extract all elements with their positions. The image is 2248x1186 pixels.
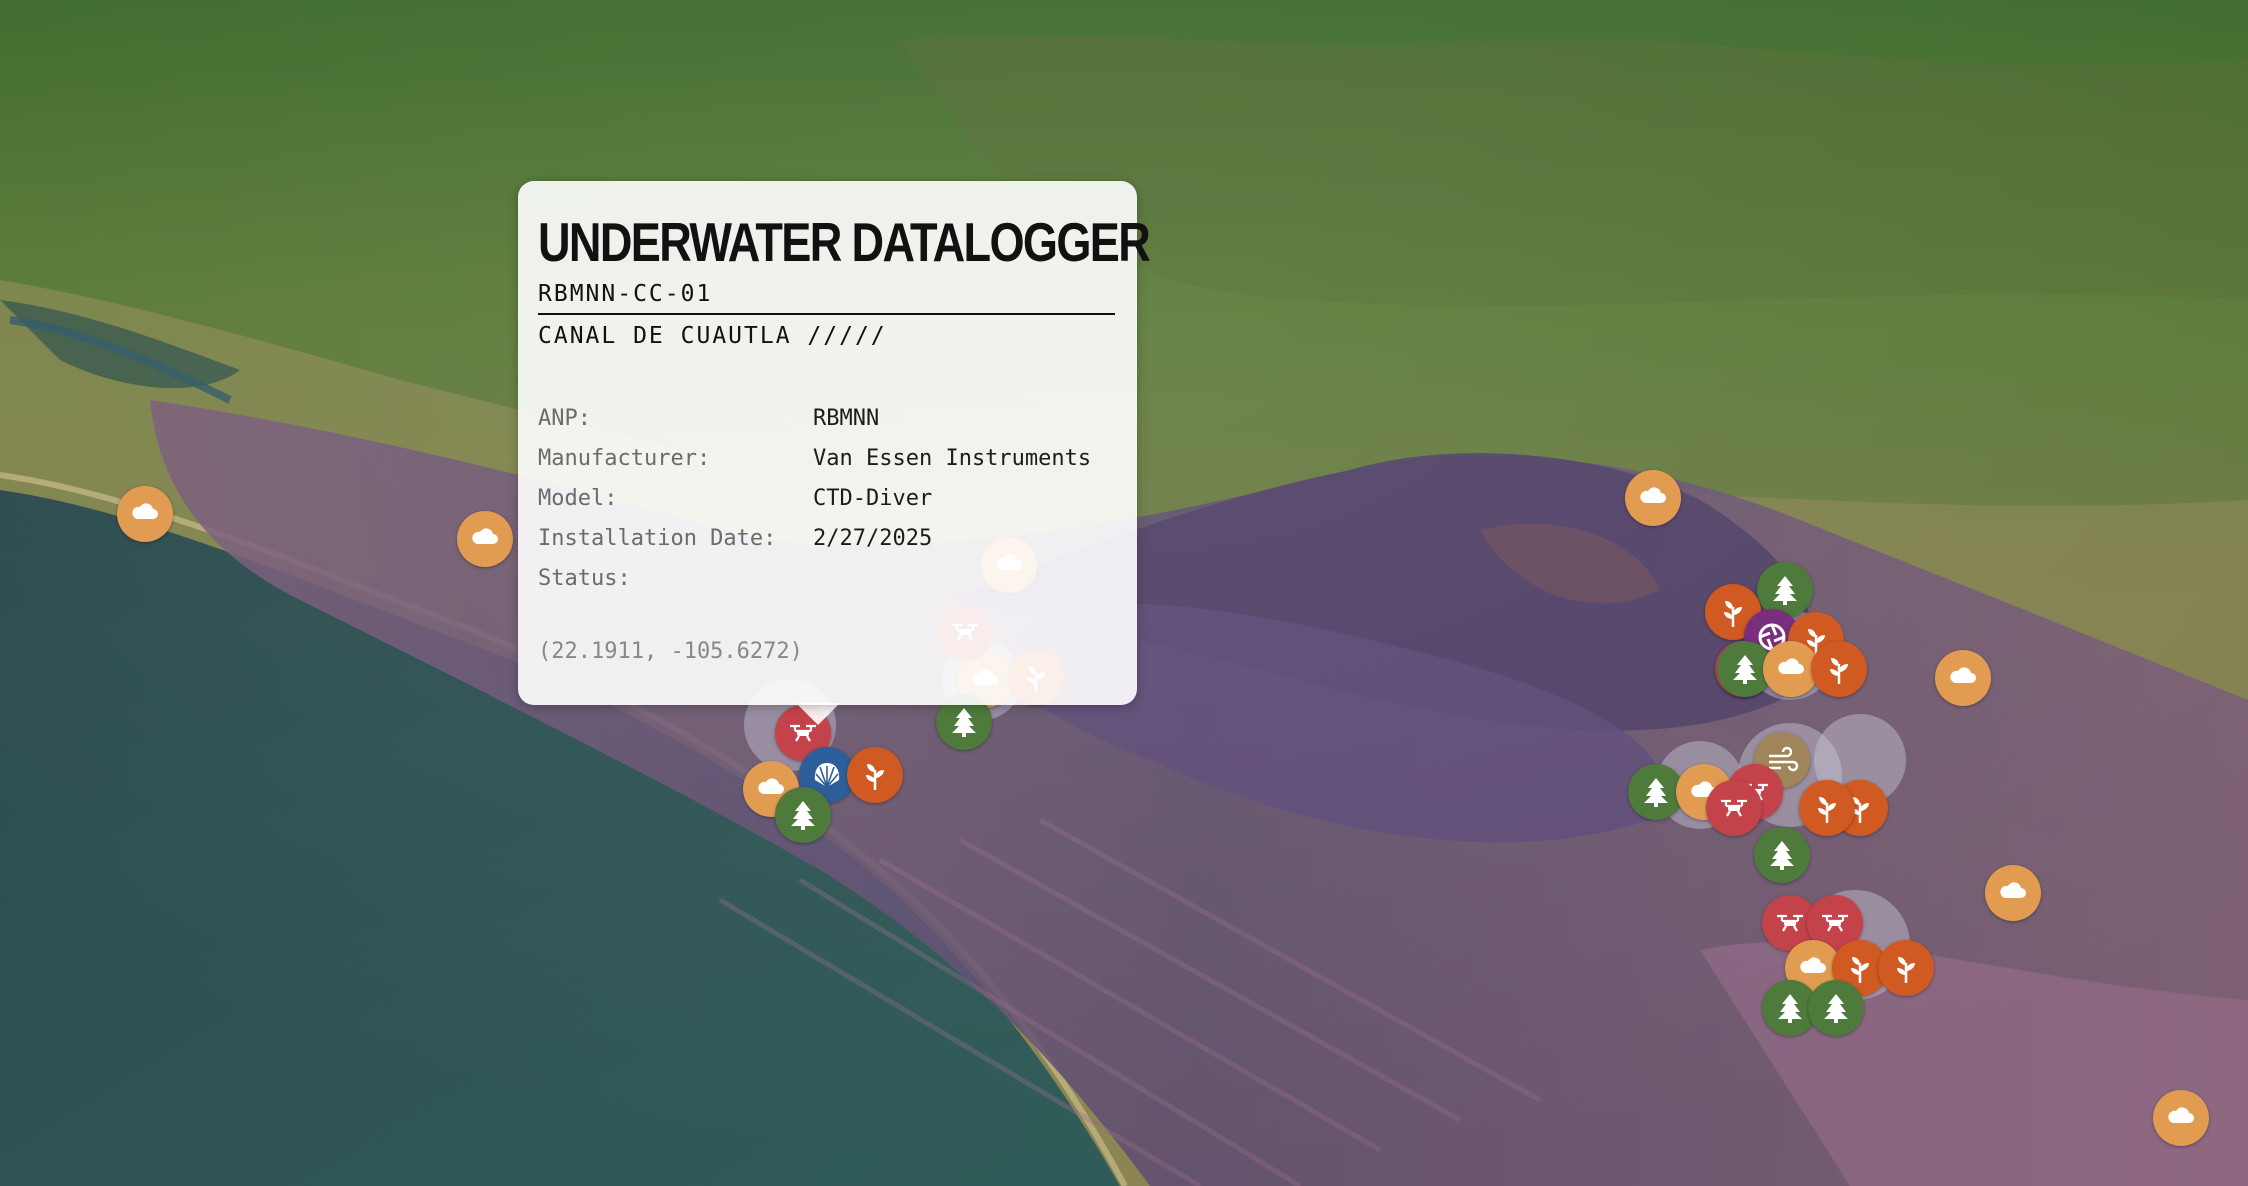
plant-station-marker[interactable] [1799, 780, 1855, 836]
weather-station-marker[interactable] [457, 511, 513, 567]
popup-pointer [796, 703, 840, 725]
field-value: 2/27/2025 [813, 526, 933, 551]
tree-icon [1778, 994, 1802, 1023]
forest-station-marker[interactable] [775, 787, 831, 843]
tree-icon [1644, 778, 1668, 807]
tree-icon [791, 801, 815, 830]
field-anp: ANP: RBMNN [538, 399, 1115, 439]
cloud-icon [2000, 882, 2026, 898]
field-model: Model: CTD-Diver [538, 479, 1115, 519]
weather-station-marker[interactable] [2153, 1090, 2209, 1146]
weather-station-marker[interactable] [1625, 470, 1681, 526]
field-label: ANP: [538, 406, 591, 431]
sprout-icon [866, 764, 884, 790]
popup-station-code: RBMNN-CC-01 [538, 281, 1115, 315]
cloud-icon [1950, 667, 1976, 683]
tree-icon [952, 708, 976, 737]
sprout-icon [1830, 658, 1848, 684]
shell-icon [814, 763, 840, 788]
drone-station-marker[interactable] [1706, 780, 1762, 836]
popup-title: UNDERWATER DATALOGGER [538, 211, 1151, 273]
weather-station-marker[interactable] [1935, 650, 1991, 706]
plant-station-marker[interactable] [1878, 940, 1934, 996]
field-status: Status: [538, 559, 1115, 599]
forest-station-marker[interactable] [1808, 980, 1864, 1036]
field-value: CTD-Diver [813, 486, 933, 511]
field-manufacturer: Manufacturer: Van Essen Instruments [538, 439, 1115, 479]
tree-icon [1733, 655, 1757, 684]
drone-icon [1822, 914, 1848, 932]
tree-icon [1773, 576, 1797, 605]
field-label: Model: [538, 486, 618, 511]
cloud-icon [1640, 487, 1666, 503]
sprout-icon [1724, 601, 1742, 627]
field-label: Installation Date: [538, 526, 777, 551]
drone-icon [1721, 799, 1747, 817]
popup-coordinates: (22.1911, -105.6272) [538, 639, 803, 664]
sprout-icon [1897, 957, 1915, 983]
cloud-icon [132, 503, 158, 519]
popup-fields: ANP: RBMNN Manufacturer: Van Essen Instrum… [538, 399, 1115, 599]
weather-station-marker[interactable] [117, 486, 173, 542]
plant-station-marker[interactable] [1811, 641, 1867, 697]
cloud-icon [2168, 1107, 2194, 1123]
drone-icon [1777, 914, 1803, 932]
field-label: Manufacturer: [538, 446, 711, 471]
sprout-icon [1818, 797, 1836, 823]
tree-icon [1824, 994, 1848, 1023]
popup-location: CANAL DE CUAUTLA ///// [538, 323, 887, 349]
forest-station-marker[interactable] [1754, 827, 1810, 883]
field-value: Van Essen Instruments [813, 446, 1092, 471]
field-value: RBMNN [813, 406, 880, 431]
tree-icon [1770, 841, 1794, 870]
weather-station-marker[interactable] [1985, 865, 2041, 921]
plant-station-marker[interactable] [847, 747, 903, 803]
cloud-icon [1800, 957, 1826, 973]
field-installation-date: Installation Date: 2/27/2025 [538, 519, 1115, 559]
field-label: Status: [538, 566, 631, 591]
cloud-icon [1778, 658, 1804, 674]
cloud-icon [472, 528, 498, 544]
station-popup: UNDERWATER DATALOGGER RBMNN-CC-01 CANAL … [518, 181, 1151, 705]
sprout-icon [1851, 957, 1869, 983]
